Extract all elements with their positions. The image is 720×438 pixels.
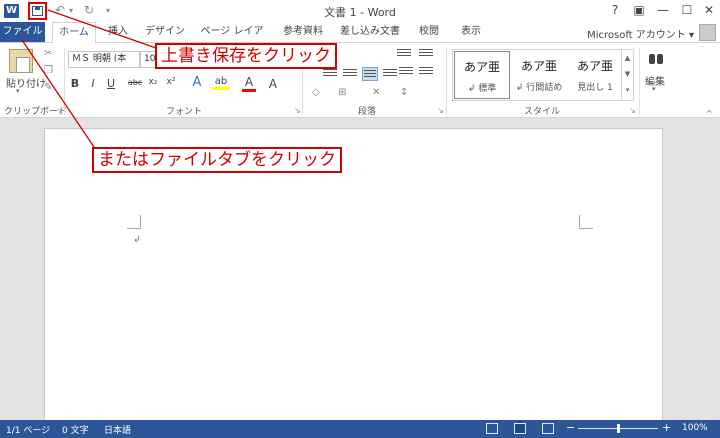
tab-page-layout[interactable]: ページ レイアウト bbox=[196, 22, 268, 57]
styles-launcher-icon[interactable]: ↘ bbox=[629, 106, 636, 115]
zoom-thumb[interactable] bbox=[617, 424, 620, 433]
title-bar: W ↶ ▾ ↻ ▾ 文書 1 - Word ? ▣ — ☐ ✕ bbox=[0, 0, 720, 22]
align-left-icon[interactable] bbox=[322, 67, 338, 81]
tab-home[interactable]: ホーム bbox=[52, 22, 96, 43]
scroll-up-icon[interactable]: ▲ bbox=[622, 50, 633, 66]
read-mode-icon[interactable] bbox=[486, 423, 498, 434]
italic-button[interactable]: I bbox=[86, 77, 100, 90]
borders-icon[interactable]: ⊞ bbox=[338, 87, 346, 98]
save-callout: 上書き保存をクリック bbox=[155, 43, 337, 69]
style-name: ↲ 行間詰め bbox=[515, 83, 563, 93]
line-spacing-icon[interactable]: ↕ bbox=[400, 87, 408, 98]
paste-button-label[interactable]: 貼り付け bbox=[6, 75, 46, 90]
style-sample: あア亜 bbox=[520, 59, 557, 73]
font-color-button[interactable]: A bbox=[242, 75, 256, 92]
tab-mailings[interactable]: 差し込み文書 bbox=[336, 22, 404, 42]
style-sample: あア亜 bbox=[463, 60, 500, 74]
styles-group-label: スタイル bbox=[524, 107, 561, 117]
print-layout-icon[interactable] bbox=[514, 423, 526, 434]
tab-insert[interactable]: 挿入 bbox=[100, 22, 136, 42]
minimize-button[interactable]: — bbox=[654, 3, 672, 17]
strikethrough-button[interactable]: abc bbox=[126, 78, 144, 87]
distributed-icon[interactable] bbox=[382, 67, 398, 81]
zoom-level[interactable]: 100% bbox=[682, 423, 708, 433]
group-divider bbox=[446, 47, 447, 115]
collapse-ribbon-icon[interactable]: ^ bbox=[706, 109, 713, 118]
text-effects-button[interactable]: A bbox=[190, 75, 204, 90]
tab-view[interactable]: 表示 bbox=[454, 22, 488, 42]
asian-layout-icon[interactable]: ✕ bbox=[372, 87, 380, 98]
margin-corner-top-left bbox=[127, 215, 141, 229]
language-indicator[interactable]: 日本語 bbox=[104, 423, 131, 436]
tab-review[interactable]: 校閲 bbox=[412, 22, 446, 42]
style-no-spacing[interactable]: あア亜 ↲ 行間詰め bbox=[511, 51, 567, 99]
help-button[interactable]: ? bbox=[606, 3, 624, 17]
tab-references[interactable]: 参考資料 bbox=[278, 22, 328, 42]
highlight-button[interactable]: ab bbox=[212, 76, 230, 90]
enclosed-character-button[interactable]: Ａ bbox=[264, 75, 282, 92]
underline-button[interactable]: U bbox=[104, 77, 118, 90]
close-button[interactable]: ✕ bbox=[700, 3, 718, 17]
paragraph-group-label: 段落 bbox=[358, 107, 377, 117]
group-divider bbox=[639, 47, 640, 115]
sort-icon[interactable] bbox=[398, 65, 414, 79]
font-name-box[interactable]: ＭＳ 明朝 (本 bbox=[68, 51, 140, 68]
scroll-down-icon[interactable]: ▼ bbox=[622, 66, 633, 82]
cut-icon[interactable]: ✂ bbox=[44, 48, 52, 59]
font-launcher-icon[interactable]: ↘ bbox=[294, 106, 301, 115]
account-chevron-icon: ▾ bbox=[688, 30, 694, 41]
paragraph-launcher-icon[interactable]: ↘ bbox=[437, 106, 444, 115]
word-count[interactable]: 0 文字 bbox=[62, 423, 89, 436]
subscript-button[interactable]: x₂ bbox=[146, 77, 160, 87]
show-marks-icon[interactable] bbox=[418, 65, 434, 79]
web-layout-icon[interactable] bbox=[542, 423, 554, 434]
zoom-in-button[interactable]: + bbox=[662, 421, 671, 434]
paragraph-mark: ↲ bbox=[133, 235, 141, 245]
style-sample: あア亜 bbox=[576, 59, 613, 73]
editing-chevron-icon[interactable]: ▾ bbox=[652, 85, 656, 93]
format-painter-icon[interactable]: ✎ bbox=[44, 82, 52, 93]
justify-icon[interactable] bbox=[362, 67, 378, 81]
file-callout: またはファイルタブをクリック bbox=[92, 147, 342, 173]
ribbon-display-options-button[interactable]: ▣ bbox=[630, 3, 648, 17]
superscript-button[interactable]: x² bbox=[164, 77, 178, 87]
document-page[interactable]: ↲ bbox=[44, 128, 663, 428]
ribbon-home: 貼り付け ▾ ✂ ❐ ✎ クリップボード ↘ ＭＳ 明朝 (本 10. B I … bbox=[0, 42, 720, 118]
increase-indent-icon[interactable] bbox=[418, 47, 434, 61]
account-label: Microsoft アカウント bbox=[587, 30, 686, 41]
ribbon-tab-bar: ファイル ホーム 挿入 デザイン ページ レイアウト 参考資料 差し込み文書 校… bbox=[0, 22, 720, 57]
style-heading-1[interactable]: あア亜 見出し 1 bbox=[567, 51, 623, 99]
bold-button[interactable]: B bbox=[68, 77, 82, 90]
maximize-button[interactable]: ☐ bbox=[678, 3, 696, 17]
account-name[interactable]: Microsoft アカウント ▾ bbox=[587, 26, 694, 41]
gallery-scrollbar[interactable]: ▲ ▼ ▾ bbox=[621, 50, 633, 100]
binoculars-icon[interactable] bbox=[648, 51, 664, 67]
clipboard-launcher-icon[interactable]: ↘ bbox=[56, 106, 63, 115]
tab-design[interactable]: デザイン bbox=[142, 22, 188, 42]
margin-corner-top-right bbox=[579, 215, 593, 229]
copy-icon[interactable]: ❐ bbox=[44, 65, 53, 76]
style-normal[interactable]: あア亜 ↲ 標準 bbox=[454, 51, 510, 99]
style-name: 見出し 1 bbox=[577, 83, 613, 93]
style-name: ↲ 標準 bbox=[467, 84, 497, 94]
group-divider bbox=[64, 47, 65, 115]
style-gallery: あア亜 ↲ 標準 あア亜 ↲ 行間詰め あア亜 見出し 1 ▲ ▼ ▾ bbox=[452, 49, 634, 101]
paste-icon[interactable] bbox=[9, 49, 33, 73]
font-group-label: フォント bbox=[166, 107, 203, 117]
paste-chevron-icon[interactable]: ▾ bbox=[16, 87, 20, 95]
shading-icon[interactable]: ◇ bbox=[312, 87, 320, 98]
align-center-icon[interactable] bbox=[342, 67, 358, 81]
zoom-out-button[interactable]: − bbox=[566, 421, 575, 434]
decrease-indent-icon[interactable] bbox=[396, 47, 412, 61]
page-count[interactable]: 1/1 ページ bbox=[6, 423, 50, 436]
gallery-more-icon[interactable]: ▾ bbox=[622, 82, 633, 98]
status-bar: 1/1 ページ 0 文字 日本語 − + 100% bbox=[0, 420, 720, 438]
tab-file[interactable]: ファイル bbox=[0, 22, 45, 42]
avatar[interactable] bbox=[699, 24, 716, 41]
